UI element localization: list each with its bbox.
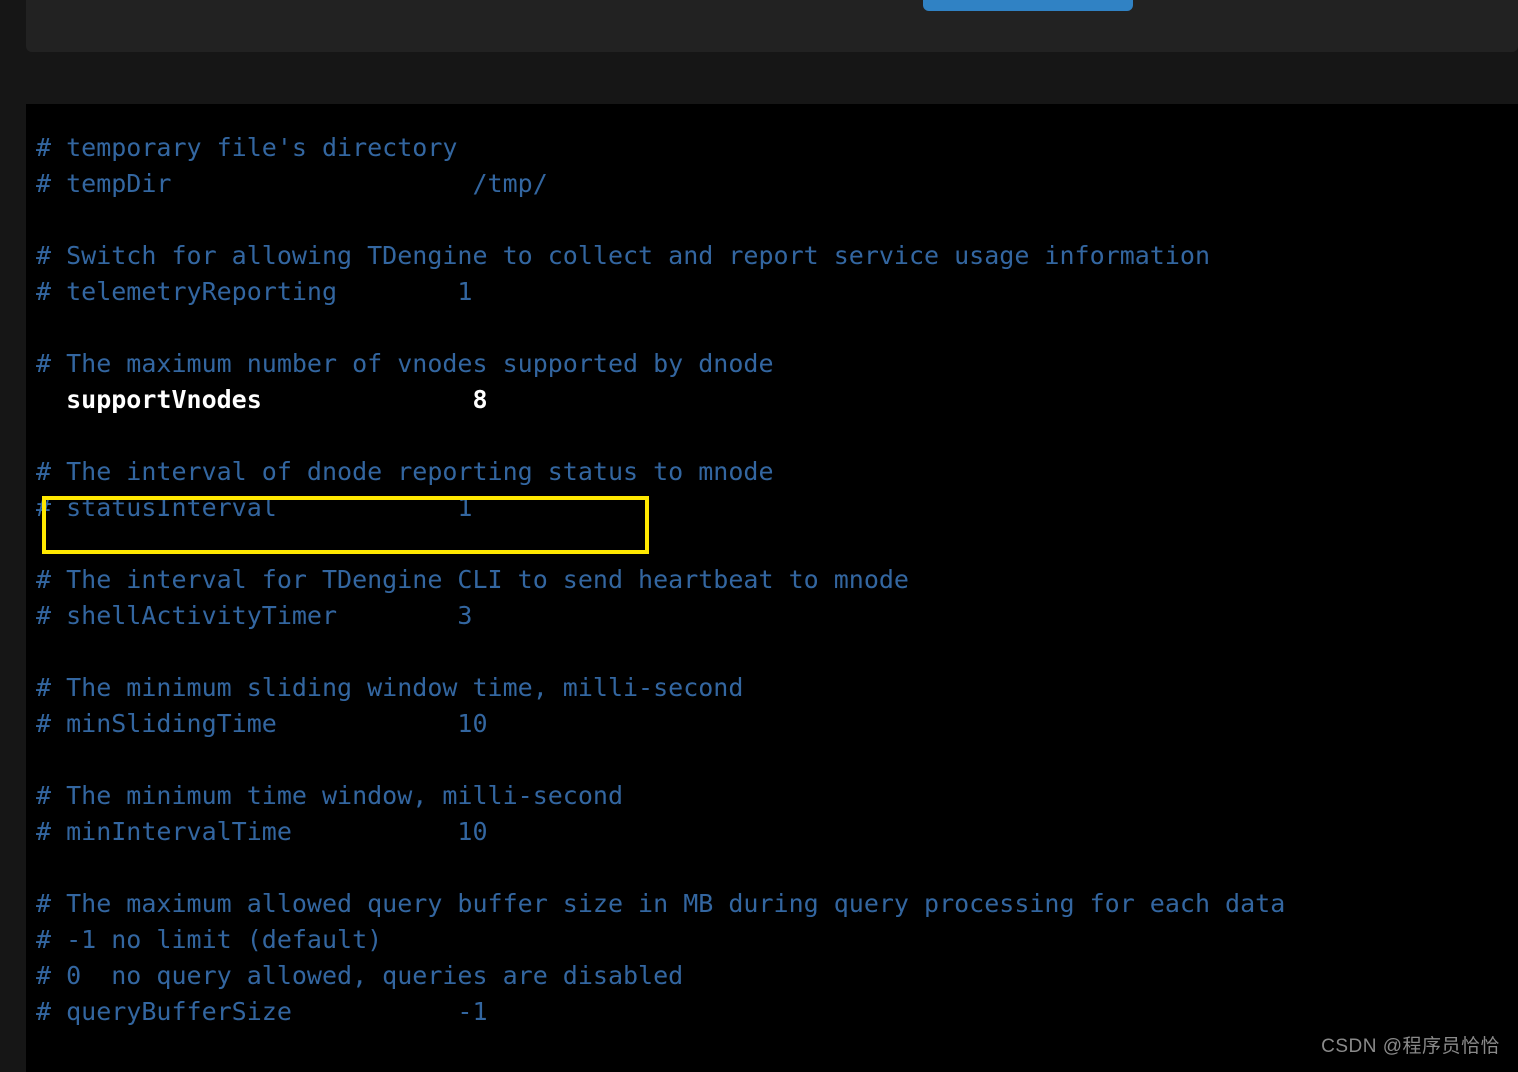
code-line: # The minimum sliding window time, milli… bbox=[36, 673, 744, 702]
code-line: # -1 no limit (default) bbox=[36, 925, 383, 954]
code-line: # temporary file's directory bbox=[36, 133, 458, 162]
code-line: # The maximum number of vnodes supported… bbox=[36, 349, 774, 378]
code-line-list: # temporary file's directory # tempDir /t… bbox=[26, 130, 1518, 1030]
code-line: # shellActivityTimer 3 bbox=[36, 601, 473, 630]
code-line: # queryBufferSize -1 bbox=[36, 997, 488, 1026]
code-line: # statusInterval 1 bbox=[36, 493, 473, 522]
primary-action-button[interactable] bbox=[923, 0, 1133, 11]
code-line: # Switch for allowing TDengine to collec… bbox=[36, 241, 1210, 270]
code-line: # The minimum time window, milli-second bbox=[36, 781, 623, 810]
code-block[interactable]: # temporary file's directory # tempDir /t… bbox=[26, 104, 1518, 1072]
code-line: # telemetryReporting 1 bbox=[36, 277, 473, 306]
code-line-active: supportVnodes 8 bbox=[36, 385, 488, 414]
code-line: # minIntervalTime 10 bbox=[36, 817, 488, 846]
code-line: # tempDir /tmp/ bbox=[36, 169, 548, 198]
csdn-watermark: CSDN @程序员恰恰 bbox=[1321, 1036, 1500, 1057]
code-line: # The interval of dnode reporting status… bbox=[36, 457, 774, 486]
code-line: # The maximum allowed query buffer size … bbox=[36, 889, 1286, 918]
code-line: # minSlidingTime 10 bbox=[36, 709, 488, 738]
code-line: # 0 no query allowed, queries are disabl… bbox=[36, 961, 684, 990]
code-line: # The interval for TDengine CLI to send … bbox=[36, 565, 909, 594]
top-panel bbox=[26, 0, 1518, 52]
